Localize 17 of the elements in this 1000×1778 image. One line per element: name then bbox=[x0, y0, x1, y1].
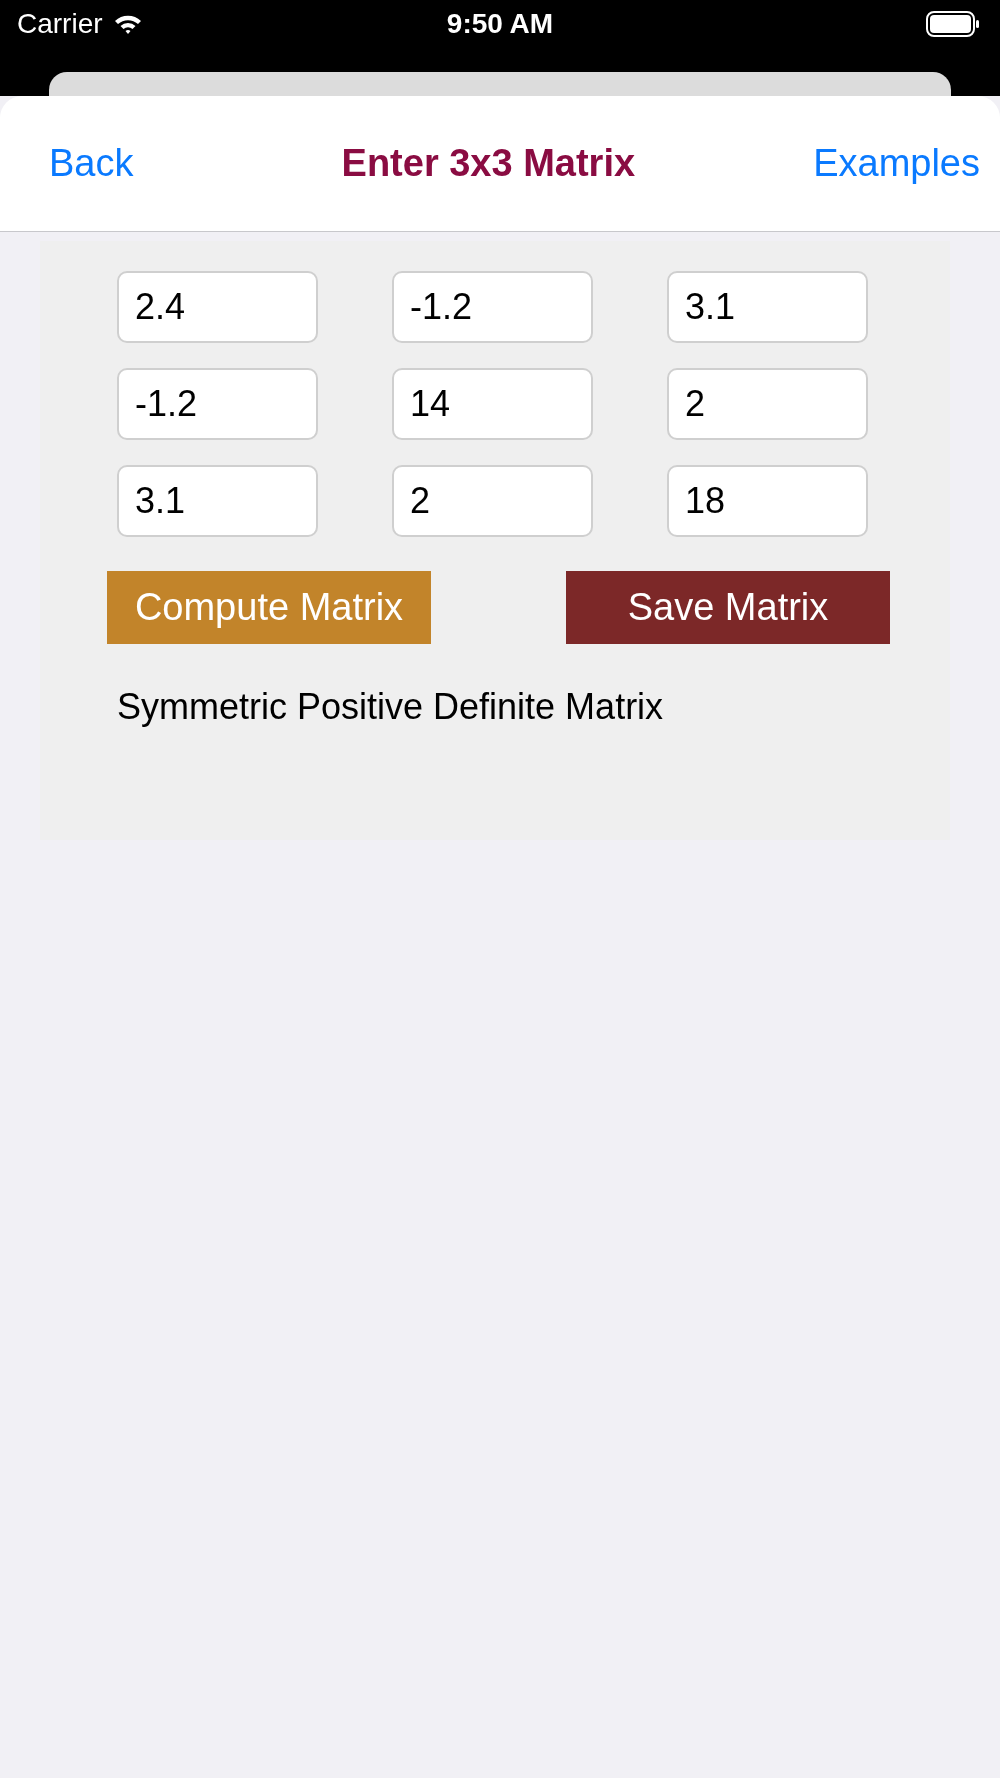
matrix-input-field[interactable]: 14 bbox=[392, 368, 593, 440]
matrix-input-field[interactable]: 2.4 bbox=[117, 271, 318, 343]
matrix-input-field[interactable]: 2 bbox=[667, 368, 868, 440]
matrix-input-field[interactable]: 3.1 bbox=[117, 465, 318, 537]
status-time: 9:50 AM bbox=[446, 8, 554, 40]
matrix-input-field[interactable]: -1.2 bbox=[392, 271, 593, 343]
matrix-input-field[interactable]: 2 bbox=[392, 465, 593, 537]
carrier-name: Carrier bbox=[17, 8, 103, 40]
examples-button[interactable]: Examples bbox=[813, 142, 980, 185]
save-button[interactable]: Save Matrix bbox=[566, 571, 890, 644]
result-text: Symmetric Positive Definite Matrix bbox=[117, 686, 665, 728]
matrix-input-field[interactable]: -1.2 bbox=[117, 368, 318, 440]
matrix-input-field[interactable]: 18 bbox=[667, 465, 868, 537]
back-button[interactable]: Back bbox=[49, 142, 134, 185]
battery-icon bbox=[926, 11, 980, 37]
matrix-input-field[interactable]: 3.1 bbox=[667, 271, 868, 343]
screen-title: Enter 3x3 Matrix bbox=[341, 142, 636, 185]
